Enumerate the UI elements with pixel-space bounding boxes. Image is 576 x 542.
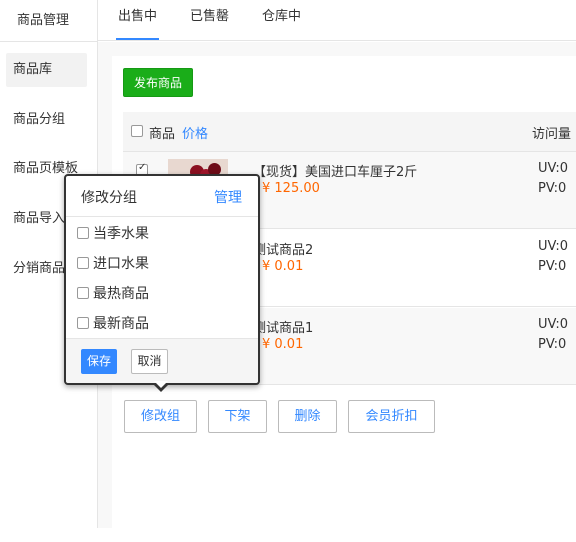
tab-on-sale[interactable]: 出售中	[118, 0, 157, 41]
product-price: ¥ 0.01	[262, 259, 304, 274]
divider	[0, 41, 98, 42]
publish-product-button[interactable]: 发布商品	[123, 68, 193, 97]
uv-count: UV:0	[538, 317, 568, 332]
popover-footer: 保存 取消	[66, 338, 258, 383]
group-option-label: 最新商品	[93, 316, 149, 332]
uv-count: UV:0	[538, 161, 568, 176]
popover-arrow-fill	[154, 381, 168, 388]
change-group-popover: 修改分组 管理 当季水果 进口水果 最热商品 最新商品 保存 取消	[64, 174, 260, 392]
cancel-button[interactable]: 取消	[131, 349, 168, 374]
divider	[66, 216, 258, 217]
app-title: 商品管理	[17, 13, 70, 28]
popover-title: 修改分组	[81, 190, 137, 206]
pv-count: PV:0	[538, 181, 567, 196]
product-title-link[interactable]: 测试商品1	[253, 317, 313, 336]
group-checkbox[interactable]	[77, 287, 89, 299]
product-price: ¥ 0.01	[262, 337, 304, 352]
change-group-button[interactable]: 修改组	[124, 400, 197, 433]
tab-bar: 出售中 已售罄 仓库中	[98, 0, 576, 41]
member-discount-button[interactable]: 会员折扣	[348, 400, 435, 433]
select-all-checkbox[interactable]	[131, 125, 143, 137]
group-option-label: 最热商品	[93, 286, 149, 302]
product-price: ¥ 125.00	[262, 181, 320, 196]
pv-count: PV:0	[538, 259, 567, 274]
product-title-link[interactable]: 测试商品2	[253, 239, 313, 258]
column-visits: 访问量	[532, 127, 572, 142]
group-checkbox[interactable]	[77, 227, 89, 239]
product-title-link[interactable]: 【现货】美国进口车厘子2斤	[253, 161, 417, 180]
delete-button[interactable]: 删除	[278, 400, 337, 433]
group-checkbox[interactable]	[77, 317, 89, 329]
group-checkbox[interactable]	[77, 257, 89, 269]
column-product: 商品	[149, 127, 176, 142]
sidebar-item-product-groups[interactable]: 商品分组	[6, 103, 87, 137]
sidebar-item-product-library[interactable]: 商品库	[6, 53, 87, 87]
column-price-sort[interactable]: 价格	[182, 123, 208, 142]
pv-count: PV:0	[538, 337, 567, 352]
group-option-label: 进口水果	[93, 256, 149, 272]
manage-groups-link[interactable]: 管理	[214, 187, 242, 207]
uv-count: UV:0	[538, 239, 568, 254]
active-tab-indicator	[116, 38, 159, 40]
save-button[interactable]: 保存	[81, 349, 117, 374]
table-header: 商品 价格 访问量	[123, 112, 576, 152]
tab-warehouse[interactable]: 仓库中	[262, 0, 301, 41]
group-option-label: 当季水果	[93, 226, 149, 242]
delist-button[interactable]: 下架	[208, 400, 267, 433]
tab-sold-out[interactable]: 已售罄	[190, 0, 229, 41]
